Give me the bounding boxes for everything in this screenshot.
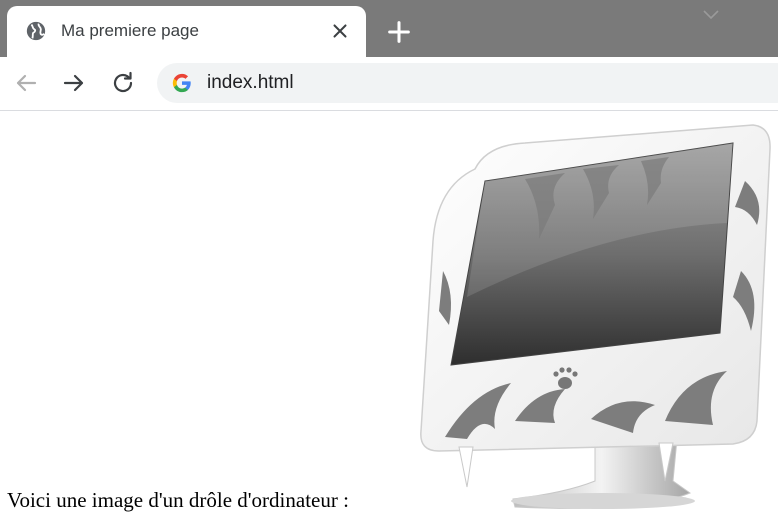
browser-titlebar: Ma premiere page (0, 0, 778, 57)
address-bar[interactable]: index.html (157, 63, 778, 103)
globe-icon (26, 21, 46, 41)
plus-icon[interactable] (385, 18, 413, 46)
url-text: index.html (207, 72, 294, 93)
chevron-down-icon[interactable] (700, 8, 722, 22)
close-icon[interactable] (329, 20, 351, 42)
page-caption: Voici une image d'un drôle d'ordinateur … (7, 488, 349, 512)
arrow-left-icon[interactable] (10, 67, 42, 99)
browser-tab[interactable]: Ma premiere page (7, 6, 366, 57)
tab-title: Ma premiere page (61, 21, 199, 40)
google-g-icon (172, 73, 191, 93)
reload-icon[interactable] (107, 67, 139, 99)
computer-illustration-icon (420, 124, 771, 509)
arrow-right-icon[interactable] (58, 67, 90, 99)
browser-toolbar: index.html (0, 57, 778, 111)
page-content: Voici une image d'un drôle d'ordinateur … (0, 111, 778, 526)
